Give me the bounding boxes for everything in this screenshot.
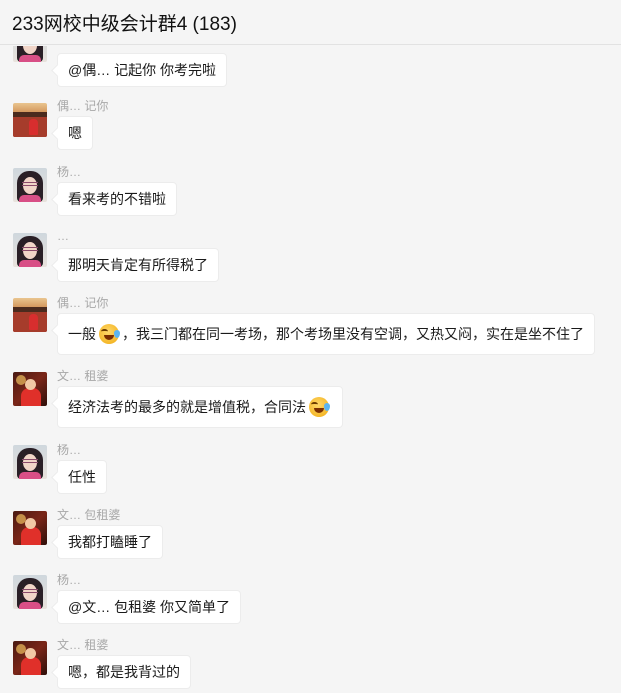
message-text: ，我三门都在同一考场，那个考场里没有空调，又热又闷，实在是坐不住了 bbox=[122, 326, 584, 342]
message-text: @文… 包租婆 你又简单了 bbox=[68, 599, 230, 615]
message-bubble[interactable]: 看来考的不错啦 bbox=[57, 182, 177, 216]
message-bubble[interactable]: @文… 包租婆 你又简单了 bbox=[57, 590, 241, 624]
sender-name: 杨… bbox=[57, 573, 82, 587]
message-bubble[interactable]: @偶… 记起你 你考完啦 bbox=[57, 53, 227, 87]
avatar[interactable] bbox=[13, 233, 47, 267]
message-text: 嗯 bbox=[68, 125, 82, 141]
avatar[interactable] bbox=[13, 103, 47, 137]
message-bubble[interactable]: 经济法考的最多的就是增值税，合同法 bbox=[57, 386, 343, 428]
message-text: 任性 bbox=[68, 469, 96, 485]
message-bubble[interactable]: 我都打瞌睡了 bbox=[57, 525, 163, 559]
message-bubble[interactable]: 一般 ，我三门都在同一考场，那个考场里没有空调，又热又闷，实在是坐不住了 bbox=[57, 313, 595, 355]
message-bubble[interactable]: 任性 bbox=[57, 460, 107, 494]
avatar[interactable] bbox=[13, 445, 47, 479]
sender-name: 杨… bbox=[57, 443, 82, 457]
chat-title-bar: 233网校中级会计群4 (183) bbox=[0, 0, 621, 45]
message-list[interactable]: @偶… 记起你 你考完啦 偶… 记你 嗯 杨… 看来考的不错啦 … 那明天肯定有… bbox=[0, 46, 621, 693]
sender-name: 偶… 记你 bbox=[57, 296, 109, 310]
avatar[interactable] bbox=[13, 372, 47, 406]
avatar[interactable] bbox=[13, 641, 47, 675]
crying-laughing-emoji-icon bbox=[309, 397, 330, 417]
sender-name: 偶… 记你 bbox=[57, 99, 109, 113]
message-text: 看来考的不错啦 bbox=[68, 191, 166, 207]
message-text: 一般 bbox=[68, 326, 96, 342]
sender-name: 文… 租婆 bbox=[57, 638, 109, 652]
avatar[interactable] bbox=[13, 46, 47, 62]
message-text: @偶… 记起你 你考完啦 bbox=[68, 62, 216, 78]
message-bubble[interactable]: 那明天肯定有所得税了 bbox=[57, 248, 219, 282]
avatar[interactable] bbox=[13, 298, 47, 332]
message-text: 那明天肯定有所得税了 bbox=[68, 257, 208, 273]
message-bubble[interactable]: 嗯，都是我背过的 bbox=[57, 655, 191, 689]
sender-name: 文… 包租婆 bbox=[57, 508, 121, 522]
message-text: 嗯，都是我背过的 bbox=[68, 664, 180, 680]
avatar[interactable] bbox=[13, 511, 47, 545]
message-text: 经济法考的最多的就是增值税，合同法 bbox=[68, 399, 306, 415]
sender-name: 文… 租婆 bbox=[57, 369, 109, 383]
crying-laughing-emoji-icon bbox=[99, 324, 120, 344]
avatar[interactable] bbox=[13, 168, 47, 202]
chat-title: 233网校中级会计群4 (183) bbox=[12, 14, 237, 35]
avatar[interactable] bbox=[13, 575, 47, 609]
message-text: 我都打瞌睡了 bbox=[68, 534, 152, 550]
sender-name: 杨… bbox=[57, 165, 82, 179]
sender-name: … bbox=[57, 229, 69, 243]
message-bubble[interactable]: 嗯 bbox=[57, 116, 93, 150]
